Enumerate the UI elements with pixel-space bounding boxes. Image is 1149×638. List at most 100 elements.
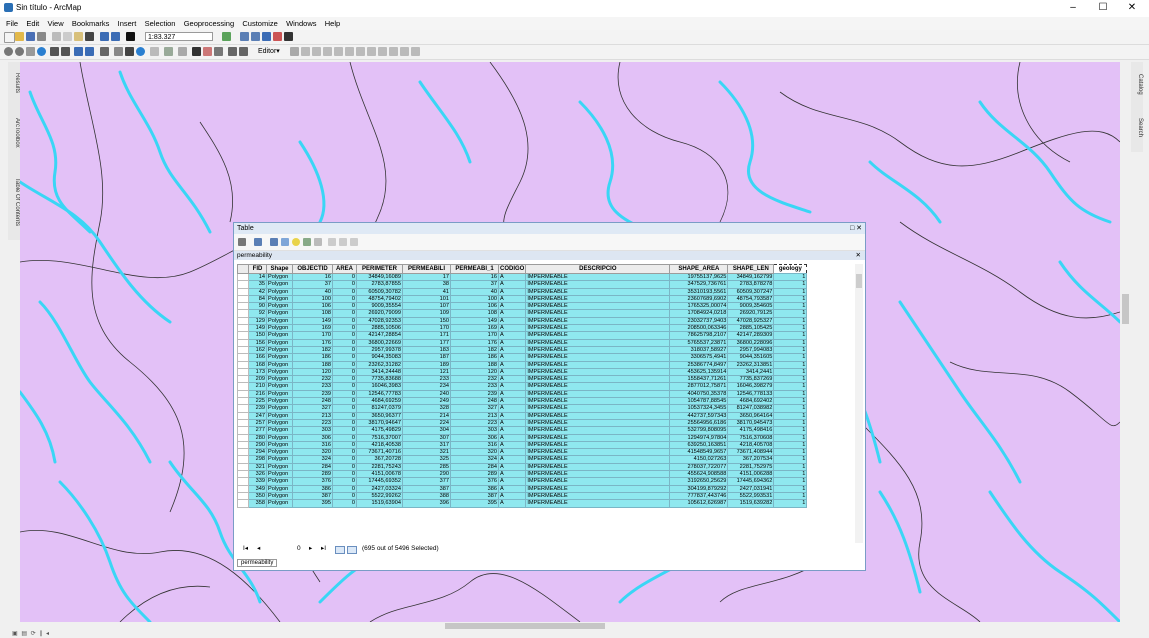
cell-shape[interactable]: Polygon (266, 455, 293, 464)
cell-geology[interactable]: 1 (773, 287, 808, 296)
row-selector[interactable] (237, 418, 249, 428)
cell-shape[interactable]: Polygon (266, 338, 293, 347)
cell-geology[interactable]: 1 (773, 477, 808, 486)
cell-descripcio[interactable]: IMPERMEABLE (525, 382, 671, 391)
table-of-contents-icon[interactable] (240, 32, 249, 41)
cell-geology[interactable]: 1 (773, 426, 808, 435)
cell-area[interactable]: 0 (332, 499, 357, 508)
row-selector[interactable] (237, 367, 249, 377)
cell-perimeter[interactable]: 2427,03324 (356, 484, 403, 493)
row-selector[interactable] (237, 455, 249, 464)
cell-permeabili[interactable]: 304 (402, 426, 451, 435)
cell-geology[interactable]: 1 (773, 448, 808, 457)
row-selector[interactable] (237, 324, 249, 333)
table-row[interactable]: 166 Polygon 186 0 9044,35083 187 186 A IMPERMEAB… (237, 353, 808, 362)
row-selector[interactable] (237, 338, 249, 347)
cell-geology[interactable]: 1 (773, 462, 808, 472)
cell-perimeter[interactable]: 38170,94647 (356, 418, 403, 428)
cell-area[interactable]: 0 (332, 404, 357, 413)
cell-codigo[interactable]: A (497, 411, 527, 420)
cell-shape-len[interactable]: 2281,752975 (727, 462, 775, 472)
column-header-shape[interactable]: Shape (266, 264, 293, 274)
cell-descripcio[interactable]: IMPERMEABLE (525, 316, 671, 326)
cell-shape-len[interactable]: 16046,398279 (727, 382, 775, 391)
cell-geology[interactable]: 1 (773, 338, 808, 347)
cell-descripcio[interactable]: IMPERMEABLE (525, 462, 671, 472)
cell-shape-area[interactable]: 532799,808095 (669, 426, 729, 435)
cell-shape[interactable]: Polygon (266, 280, 293, 289)
cell-shape-area[interactable]: 455624,908588 (669, 469, 729, 479)
cell-geology[interactable]: 1 (773, 280, 808, 289)
cell-area[interactable]: 0 (332, 309, 357, 318)
row-selector[interactable] (237, 353, 249, 362)
cell-shape[interactable]: Polygon (266, 499, 293, 508)
cell-shape[interactable]: Polygon (266, 418, 293, 428)
cell-objectid[interactable]: 120 (292, 367, 333, 377)
cell-permeabili[interactable]: 121 (402, 367, 451, 377)
cell-shape-area[interactable]: 278037,722077 (669, 462, 729, 472)
cell-fid[interactable]: 210 (248, 382, 267, 391)
trace-icon[interactable] (323, 47, 332, 56)
cell-permeabili[interactable]: 41 (402, 287, 451, 296)
cell-permeabi-1[interactable]: 223 (450, 418, 499, 428)
table-vertical-scrollbar[interactable] (855, 264, 863, 543)
cell-fid[interactable]: 257 (248, 418, 267, 428)
cell-perimeter[interactable]: 42147,28854 (356, 331, 403, 340)
row-selector[interactable] (237, 411, 249, 420)
clear-selection-icon[interactable] (114, 47, 123, 56)
cell-shape-area[interactable]: 1294974,97804 (669, 433, 729, 442)
cell-shape-len[interactable]: 3650,964164 (727, 411, 775, 420)
table-row[interactable]: 129 Polygon 149 0 47028,92353 150 149 A IMPERMEA… (237, 316, 808, 326)
row-selector[interactable] (237, 397, 249, 406)
cell-shape[interactable]: Polygon (266, 272, 293, 282)
cell-objectid[interactable]: 223 (292, 418, 333, 428)
cell-shape[interactable]: Polygon (266, 491, 293, 501)
cell-permeabi-1[interactable]: 170 (450, 331, 499, 340)
cell-shape[interactable]: Polygon (266, 324, 293, 333)
cell-descripcio[interactable]: IMPERMEABLE (525, 440, 671, 450)
cell-permeabi-1[interactable]: 284 (450, 462, 499, 472)
cell-permeabili[interactable]: 317 (402, 440, 451, 450)
cell-fid[interactable]: 349 (248, 484, 267, 493)
cell-codigo[interactable]: A (497, 375, 527, 384)
cell-shape-len[interactable]: 7735,837269 (727, 375, 775, 384)
cell-shape-area[interactable]: 347529,736761 (669, 280, 729, 289)
menu-bookmarks[interactable]: Bookmarks (72, 17, 110, 30)
redo-icon[interactable] (111, 32, 120, 41)
cell-permeabili[interactable]: 17 (402, 272, 451, 282)
cell-shape[interactable]: Polygon (266, 367, 293, 377)
cell-shape-len[interactable]: 2427,031941 (727, 484, 775, 493)
cell-permeabi-1[interactable]: 248 (450, 397, 499, 406)
cell-permeabi-1[interactable]: 376 (450, 477, 499, 486)
cell-shape[interactable]: Polygon (266, 477, 293, 486)
cell-shape[interactable]: Polygon (266, 316, 293, 326)
create-viewer-icon[interactable] (239, 47, 248, 56)
create-features-icon[interactable] (411, 47, 420, 56)
cell-shape-area[interactable]: 25386774,8497 (669, 360, 729, 369)
cell-codigo[interactable]: A (497, 287, 527, 296)
cell-objectid[interactable]: 376 (292, 477, 333, 486)
cell-geology[interactable]: 1 (773, 353, 808, 362)
cell-fid[interactable]: 321 (248, 462, 267, 472)
minimize-button[interactable]: – (1061, 2, 1085, 13)
cell-shape-area[interactable]: 78625798,2107 (669, 331, 729, 340)
cell-objectid[interactable]: 316 (292, 440, 333, 450)
cell-area[interactable]: 0 (332, 302, 357, 311)
cell-geology[interactable]: 1 (773, 272, 808, 282)
cell-codigo[interactable]: A (497, 433, 527, 442)
table-row[interactable]: 358 Polygon 395 0 1519,63904 396 395 A IMPERMEAB… (237, 499, 808, 508)
cell-objectid[interactable]: 213 (292, 411, 333, 420)
cell-fid[interactable]: 298 (248, 455, 267, 464)
cell-permeabi-1[interactable]: 233 (450, 382, 499, 391)
table-scroll-thumb[interactable] (856, 274, 862, 288)
row-selector[interactable] (237, 499, 249, 508)
cell-descripcio[interactable]: IMPERMEABLE (525, 404, 671, 413)
cell-permeabili[interactable]: 321 (402, 448, 451, 457)
cell-perimeter[interactable]: 4684,69259 (356, 397, 403, 406)
cell-descripcio[interactable]: IMPERMEABLE (525, 477, 671, 486)
row-selector[interactable] (237, 360, 249, 369)
full-extent-icon[interactable] (37, 47, 46, 56)
cell-area[interactable]: 0 (332, 338, 357, 347)
table-row[interactable]: 294 Polygon 320 0 73671,40716 321 320 A IMPERMEA… (237, 448, 808, 457)
cell-codigo[interactable]: A (497, 360, 527, 369)
